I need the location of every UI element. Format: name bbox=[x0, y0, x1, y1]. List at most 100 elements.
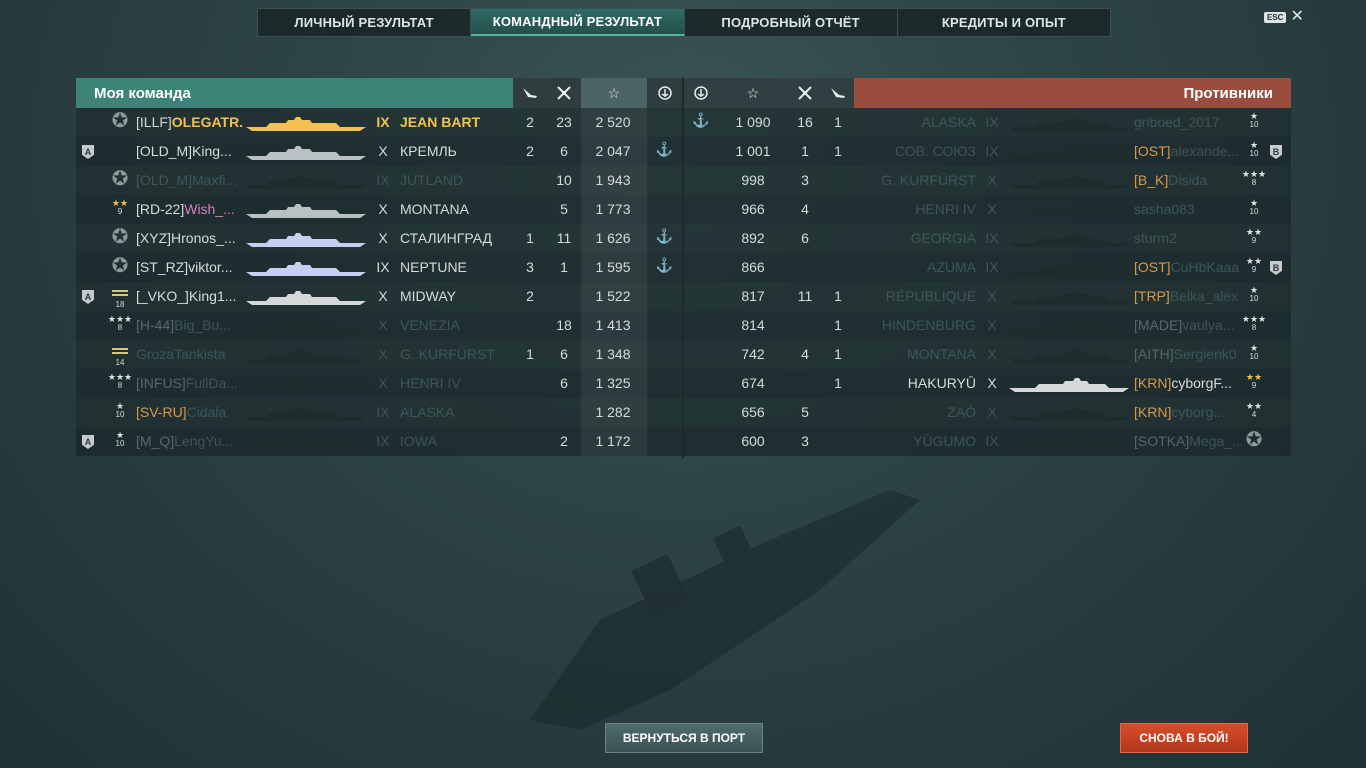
ship-silhouette bbox=[1009, 117, 1129, 131]
player-nickname: Wish_... bbox=[184, 201, 235, 217]
enemy-player-row[interactable]: ⚓ 1 090 16 1 ALASKA IX griboed_2017 ★ 10 bbox=[684, 108, 1291, 137]
tab-team-result[interactable]: КОМАНДНЫЙ РЕЗУЛЬТАТ bbox=[471, 9, 685, 36]
tab-credits-xp[interactable]: КРЕДИТЫ И ОПЫТ bbox=[898, 9, 1110, 36]
player-name[interactable]: [OLD_M]Maxfi... bbox=[136, 172, 244, 188]
enemy-player-row[interactable]: 600 3 YŪGUMO IX [SOTKA]Mega_... ✪ bbox=[684, 427, 1291, 456]
battle-again-button[interactable]: СНОВА В БОЙ! bbox=[1120, 723, 1248, 753]
player-name[interactable]: [MADE]vaulya... bbox=[1134, 317, 1242, 333]
enemy-player-row[interactable]: 817 11 1 RÉPUBLIQUE X [TRP]Belka_alex ★ 10 bbox=[684, 282, 1291, 311]
player-name[interactable]: [RD-22]Wish_... bbox=[136, 201, 244, 217]
ship-tier: X bbox=[378, 288, 388, 304]
rank-badge: ★★ 9 bbox=[1240, 372, 1268, 390]
clan-tag: [H-44] bbox=[136, 317, 175, 333]
ship-name: VENEZIA bbox=[400, 317, 460, 333]
my-team-player-row[interactable]: ★★ 9 [RD-22]Wish_... X MONTANA 5 1 773 bbox=[76, 195, 682, 224]
ship-tier: X bbox=[987, 375, 997, 391]
enemy-player-row[interactable]: 998 3 G. KURFÜRST X [B_K]Disida ★★★ 8 bbox=[684, 166, 1291, 195]
frags-value: 11 bbox=[797, 288, 813, 304]
enemy-player-row[interactable]: 866 AZUMA IX [OST]CuHbKaaa ★★ 9 B bbox=[684, 253, 1291, 282]
player-name[interactable]: [KRN]cyborg... bbox=[1134, 404, 1242, 420]
player-name[interactable]: [OST]CuHbKaaa bbox=[1134, 259, 1242, 275]
ship-name: HINDENBURG bbox=[881, 317, 976, 333]
rank-badge: ★ 10 bbox=[106, 430, 134, 448]
xp-value: 674 bbox=[741, 375, 765, 391]
player-name[interactable]: [INFUS]FullDa... bbox=[136, 375, 244, 391]
tab-personal-result[interactable]: ЛИЧНЫЙ РЕЗУЛЬТАТ bbox=[258, 9, 472, 36]
scoreboard-row: 14 GrozaTankista X G. KURFÜRST 1 6 1 348 742 4 1 M… bbox=[76, 340, 1291, 369]
enemy-player-row[interactable]: 814 1 HINDENBURG X [MADE]vaulya... ★★★ 8 bbox=[684, 311, 1291, 340]
rank-badge: ★★ 9 bbox=[1240, 227, 1268, 245]
my-team-player-row[interactable]: ✪ [OLD_M]Maxfi... IX JUTLAND 10 1 943 bbox=[76, 166, 682, 195]
frags-column-icon[interactable] bbox=[547, 78, 581, 108]
my-team-player-row[interactable]: A [OLD_M]King... X КРЕМЛЬ 2 6 2 047 ⚓ bbox=[76, 137, 682, 166]
rank-stripes-icon bbox=[112, 285, 128, 301]
medal-column-icon[interactable] bbox=[684, 78, 718, 108]
player-nickname: Big_Bu... bbox=[174, 317, 231, 333]
frags-column-icon[interactable] bbox=[788, 78, 822, 108]
planes-shot-column-icon[interactable] bbox=[513, 78, 547, 108]
player-name[interactable]: [M_Q]LengYu... bbox=[136, 433, 244, 449]
return-to-port-button[interactable]: ВЕРНУТЬСЯ В ПОРТ bbox=[605, 723, 763, 753]
player-name[interactable]: [_VKO_]King1... bbox=[136, 288, 244, 304]
planes-shot-column-icon[interactable] bbox=[822, 78, 854, 108]
my-team-player-row[interactable]: ★ 10 [SV-RU]Cidala IX ALASKA 1 282 bbox=[76, 398, 682, 427]
player-name[interactable]: [B_K]Disida bbox=[1134, 172, 1242, 188]
enemy-player-row[interactable]: 1 001 1 1 СОВ. СОЮЗ IX [OST]alexande... ★ 10 B bbox=[684, 137, 1291, 166]
player-name[interactable]: [SOTKA]Mega_... bbox=[1134, 433, 1242, 449]
clan-tag: [ILLF] bbox=[136, 114, 172, 130]
tab-detailed-report[interactable]: ПОДРОБНЫЙ ОТЧЁТ bbox=[685, 9, 898, 36]
medal-icon: ⚓ bbox=[655, 141, 674, 157]
enemy-player-row[interactable]: 742 4 1 MONTANA X [AITH]Sergienk0 ★ 10 bbox=[684, 340, 1291, 369]
my-team-player-row[interactable]: ✪ [ILLF]OLEGATR... IX JEAN BART 2 23 2 520 bbox=[76, 108, 682, 137]
xp-value: 817 bbox=[741, 288, 765, 304]
my-team-player-row[interactable]: A ★ 10 [M_Q]LengYu... IX IOWA 2 1 172 bbox=[76, 427, 682, 456]
my-team-player-row[interactable]: 14 GrozaTankista X G. KURFÜRST 1 6 1 348 bbox=[76, 340, 682, 369]
ship-tier: IX bbox=[376, 259, 390, 275]
player-name[interactable]: [ILLF]OLEGATR... bbox=[136, 114, 244, 130]
ship-name: JEAN BART bbox=[400, 114, 481, 130]
player-name[interactable]: [XYZ]Hronos_... bbox=[136, 230, 244, 246]
planes-shot-value: 1 bbox=[834, 317, 842, 333]
medal-column-icon[interactable] bbox=[647, 78, 682, 108]
clan-tag: [XYZ] bbox=[136, 230, 172, 246]
enemy-player-row[interactable]: 674 1 HAKURYŪ X [KRN]cyborgF... ★★ 9 bbox=[684, 369, 1291, 398]
rank-badge: ★★★ 8 bbox=[106, 314, 134, 332]
player-name[interactable]: [H-44]Big_Bu... bbox=[136, 317, 244, 333]
rank-star-icon: ✪ bbox=[111, 226, 129, 248]
close-button[interactable]: ESC ✕ bbox=[1264, 8, 1304, 25]
my-team-player-row[interactable]: A 18 [_VKO_]King1... X MIDWAY 2 1 522 bbox=[76, 282, 682, 311]
my-team-player-row[interactable]: ✪ [ST_RZ]viktor... IX NEPTUNE 3 1 1 595 ⚓ bbox=[76, 253, 682, 282]
ship-tier: X bbox=[378, 201, 388, 217]
close-icon: ✕ bbox=[1290, 8, 1304, 25]
clan-tag: [OLD_M] bbox=[136, 172, 193, 188]
player-name[interactable]: [KRN]cyborgF... bbox=[1134, 375, 1242, 391]
ship-silhouette bbox=[1009, 378, 1129, 392]
clan-tag: [B_K] bbox=[1134, 172, 1169, 188]
player-name[interactable]: [SV-RU]Cidala bbox=[136, 404, 244, 420]
rank-badge: ★★ 4 bbox=[1240, 401, 1268, 419]
player-name[interactable]: GrozaTankista bbox=[136, 346, 244, 362]
enemy-player-row[interactable]: 656 5 ZAŌ X [KRN]cyborg... ★★ 4 bbox=[684, 398, 1291, 427]
player-name[interactable]: [TRP]Belka_alex bbox=[1134, 288, 1242, 304]
my-team-player-row[interactable]: ✪ [XYZ]Hronos_... X СТАЛИНГРАД 1 11 1 626 ⚓ bbox=[76, 224, 682, 253]
player-name[interactable]: [OLD_M]King... bbox=[136, 143, 244, 159]
division-badge: A bbox=[82, 290, 94, 304]
frags-value: 6 bbox=[560, 375, 568, 391]
frags-value: 16 bbox=[797, 114, 813, 130]
player-name[interactable]: [AITH]Sergienk0 bbox=[1134, 346, 1242, 362]
player-name[interactable]: griboed_2017 bbox=[1134, 114, 1242, 130]
my-team-player-row[interactable]: ★★★ 8 [INFUS]FullDa... X HENRI IV 6 1 325 bbox=[76, 369, 682, 398]
player-name[interactable]: sasha083 bbox=[1134, 201, 1242, 217]
planes-shot-value: 1 bbox=[834, 114, 842, 130]
xp-column-star-icon[interactable]: ☆ bbox=[718, 78, 788, 108]
xp-column-star-icon[interactable]: ☆ bbox=[581, 78, 647, 108]
player-name[interactable]: [ST_RZ]viktor... bbox=[136, 259, 244, 275]
enemy-player-row[interactable]: 892 6 GEORGIA IX sturm2 ★★ 9 bbox=[684, 224, 1291, 253]
enemy-player-row[interactable]: 966 4 HENRI IV Xsasha083 ★ 10 bbox=[684, 195, 1291, 224]
player-name[interactable]: sturm2 bbox=[1134, 230, 1242, 246]
my-team-player-row[interactable]: ★★★ 8 [H-44]Big_Bu... X VENEZIA 18 1 413 bbox=[76, 311, 682, 340]
clan-tag: [OST] bbox=[1134, 143, 1171, 159]
player-name[interactable]: [OST]alexande... bbox=[1134, 143, 1242, 159]
rank-badge: ✪ bbox=[106, 256, 134, 276]
ship-tier: IX bbox=[376, 172, 390, 188]
